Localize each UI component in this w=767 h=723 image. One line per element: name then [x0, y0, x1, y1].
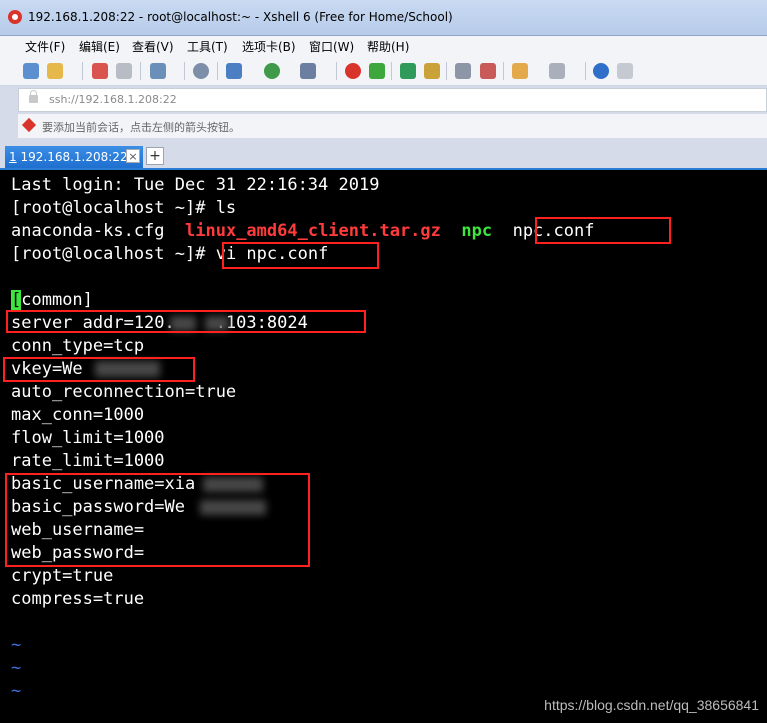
xshell-logo-icon — [8, 10, 22, 24]
xftp-icon[interactable] — [369, 63, 385, 79]
config-line: max_conn=1000 — [11, 405, 145, 425]
vim-empty-line: ~ — [11, 635, 22, 655]
highlight-box — [6, 310, 366, 333]
menu-help[interactable]: 帮助(H) — [367, 38, 409, 55]
tab-bar: 1 192.168.1.208:22 × + — [0, 144, 767, 170]
highlight-box — [5, 473, 310, 567]
terminal-line: [root@localhost ~]# ls — [11, 198, 237, 218]
highlight-icon[interactable] — [480, 63, 496, 79]
ls-executable: npc — [461, 221, 493, 241]
connect-icon[interactable] — [92, 63, 108, 79]
ls-file: anaconda-ks.cfg — [11, 221, 165, 241]
config-line: compress=true — [11, 589, 145, 609]
xshell-icon[interactable] — [345, 63, 361, 79]
tab-label: 192.168.1.208:22 — [20, 150, 128, 164]
disconnect-icon[interactable] — [116, 63, 132, 79]
find-icon[interactable] — [193, 63, 209, 79]
highlight-box — [222, 242, 379, 269]
font-icon[interactable] — [300, 63, 316, 79]
window-title: 192.168.1.208:22 - root@localhost:~ - Xs… — [28, 10, 453, 24]
new-tab-group-icon[interactable] — [512, 63, 528, 79]
config-section: [common] — [11, 289, 93, 312]
ls-archive: linux_amd64_client.tar.gz — [185, 221, 441, 241]
config-line: crypt=true — [11, 566, 114, 586]
config-line: rate_limit=1000 — [11, 451, 165, 471]
tab-session-1[interactable]: 1 192.168.1.208:22 × — [5, 146, 143, 168]
ls-output: anaconda-ks.cfg linux_amd64_client.tar.g… — [11, 220, 594, 243]
terminal[interactable]: Last login: Tue Dec 31 22:16:34 2019 [ro… — [0, 170, 767, 723]
section-name: common] — [21, 290, 93, 310]
vim-empty-line: ~ — [11, 681, 22, 701]
session-hint-bar: 要添加当前会话，点击左侧的箭头按钮。 — [18, 114, 767, 138]
properties-icon[interactable] — [150, 63, 166, 79]
chat-icon[interactable] — [617, 63, 633, 79]
session-hint: 要添加当前会话，点击左侧的箭头按钮。 — [42, 121, 240, 134]
menu-tabs[interactable]: 选项卡(B) — [242, 38, 296, 55]
config-line: conn_type=tcp — [11, 336, 145, 356]
shell-prompt: [root@localhost ~]# — [11, 244, 206, 264]
close-icon[interactable]: × — [126, 149, 140, 163]
address-input[interactable]: ssh://192.168.1.208:22 — [49, 93, 177, 106]
vim-empty-line: ~ — [11, 658, 22, 678]
fullscreen-icon[interactable] — [400, 63, 416, 79]
lock-icon — [29, 90, 38, 103]
add-tab-button[interactable]: + — [146, 147, 164, 165]
text-cursor: [ — [11, 290, 22, 310]
toolbar — [0, 56, 767, 86]
open-folder-icon[interactable] — [47, 63, 63, 79]
config-line: flow_limit=1000 — [11, 428, 165, 448]
new-session-icon[interactable] — [23, 63, 39, 79]
menu-file[interactable]: 文件(F) — [25, 38, 65, 55]
lock-icon[interactable] — [424, 63, 440, 79]
menu-window[interactable]: 窗口(W) — [309, 38, 354, 55]
layout-icon[interactable] — [549, 63, 565, 79]
terminal-line: Last login: Tue Dec 31 22:16:34 2019 — [11, 175, 380, 195]
config-line: auto_reconnection=true — [11, 382, 237, 402]
help-icon[interactable] — [593, 63, 609, 79]
tab-number: 1 — [9, 150, 17, 164]
bookmark-icon[interactable] — [21, 117, 37, 133]
watermark: https://blog.csdn.net/qq_38656841 — [544, 697, 759, 713]
menu-edit[interactable]: 编辑(E) — [79, 38, 120, 55]
globe-icon[interactable] — [264, 63, 280, 79]
menu-tools[interactable]: 工具(T) — [187, 38, 228, 55]
menu-bar: 文件(F) 编辑(E) 查看(V) 工具(T) 选项卡(B) 窗口(W) 帮助(… — [0, 36, 767, 56]
highlight-box — [3, 357, 195, 382]
highlight-box — [535, 217, 671, 244]
menu-view[interactable]: 查看(V) — [132, 38, 174, 55]
transfer-icon[interactable] — [226, 63, 242, 79]
address-bar[interactable]: ssh://192.168.1.208:22 — [18, 88, 767, 112]
keyboard-icon[interactable] — [455, 63, 471, 79]
title-bar: 192.168.1.208:22 - root@localhost:~ - Xs… — [0, 0, 767, 36]
